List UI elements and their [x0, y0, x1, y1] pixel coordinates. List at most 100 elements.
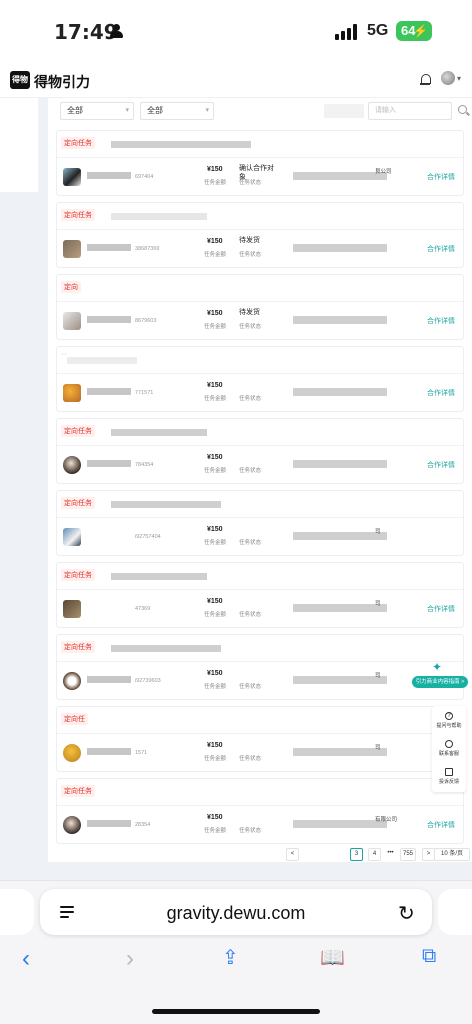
task-tag — [61, 353, 67, 355]
task-status-label: 任务状态 — [239, 180, 262, 186]
product-name-redacted — [87, 388, 131, 395]
share-icon[interactable]: ⇪ — [222, 945, 239, 970]
page-ellipsis[interactable]: ••• — [384, 848, 397, 861]
task-amount: ¥150 — [207, 310, 223, 317]
company-suffix: 司 — [375, 673, 381, 679]
search-input[interactable]: 请输入 — [368, 102, 452, 120]
task-tag: 定向任务 — [61, 569, 95, 581]
browser-nav: ‹ › ⇪ 📖 ⧉ — [0, 945, 472, 985]
product-thumbnail[interactable] — [63, 816, 81, 834]
task-status-label: 任务状态 — [239, 252, 262, 258]
task-tag: 定向任务 — [61, 425, 95, 437]
product-thumbnail[interactable] — [63, 528, 81, 546]
address-bar[interactable]: gravity.dewu.com ↻ — [40, 889, 432, 935]
page-size-select[interactable]: 10 条/页 — [434, 848, 470, 861]
task-status-label: 任务状态 — [239, 756, 262, 762]
cooperation-details-link[interactable]: 合作详情 — [427, 604, 455, 614]
search-icon[interactable] — [458, 105, 467, 114]
guide-icon: ✦ — [431, 660, 443, 674]
cooperation-details-link[interactable]: 合作详情 — [427, 172, 455, 182]
product-thumbnail[interactable] — [63, 312, 81, 330]
merchant-redacted — [293, 316, 387, 324]
back-icon[interactable]: ‹ — [22, 945, 30, 973]
merchant-redacted — [293, 676, 387, 684]
task-amount: ¥150 — [207, 382, 223, 389]
company-suffix: 有限公司 — [375, 817, 398, 823]
feedback-tool[interactable]: 投诉反馈 — [432, 764, 466, 792]
chevron-down-icon[interactable]: ▾ — [457, 74, 461, 83]
cooperation-details-link[interactable]: 合作详情 — [427, 316, 455, 326]
task-title-redacted — [111, 501, 221, 508]
customer-service-tool[interactable]: 联系客服 — [432, 736, 466, 764]
task-tag: 定向任 — [61, 713, 88, 725]
product-thumbnail[interactable] — [63, 672, 81, 690]
company-suffix: 司 — [375, 745, 381, 751]
cellular-signal-icon — [335, 24, 359, 40]
product-code: 8679603 — [135, 318, 157, 324]
product-code: 47369 — [135, 606, 151, 612]
logo-text[interactable]: 得物引力 — [34, 72, 90, 92]
product-thumbnail[interactable] — [63, 744, 81, 762]
filter-select-2[interactable]: 全部 ▾ — [140, 102, 214, 120]
home-indicator — [152, 1009, 320, 1014]
task-amount: ¥150 — [207, 454, 223, 461]
task-amount-label: 任务金额 — [204, 396, 227, 402]
next-tab-bubble[interactable] — [438, 889, 472, 935]
merchant-redacted — [293, 748, 387, 756]
page-3-button[interactable]: 3 — [350, 848, 363, 861]
status-bar: 17:49 5G 64 ⚡ — [0, 0, 472, 62]
task-amount-label: 任务金额 — [204, 756, 227, 762]
feedback-label: 投诉反馈 — [438, 779, 459, 785]
task-card: 定向任务 i92739603 ¥150 任务金额 任务状态 司 — [56, 634, 464, 700]
avatar[interactable] — [441, 71, 455, 85]
company-suffix: 司 — [375, 601, 381, 607]
filter-select-1[interactable]: 全部 ▾ — [60, 102, 134, 120]
person-icon — [110, 24, 123, 38]
product-code: 771571 — [135, 390, 154, 396]
product-thumbnail[interactable] — [63, 600, 81, 618]
help-label: 提问与帮助 — [436, 723, 462, 729]
merchant-redacted — [293, 388, 387, 396]
cooperation-details-link[interactable]: 合作详情 — [427, 244, 455, 254]
task-title-redacted — [111, 213, 207, 220]
site-header: 得物 得物引力 ▾ — [0, 62, 472, 98]
task-card: 定向任务 784354 ¥150 任务金额 任务状态 合作详情 — [56, 418, 464, 484]
bookmarks-icon[interactable]: 📖 — [320, 945, 345, 970]
task-status: 待发货 — [239, 237, 260, 244]
task-amount: ¥150 — [207, 526, 223, 533]
task-amount: ¥150 — [207, 166, 223, 173]
url-text[interactable]: gravity.dewu.com — [40, 903, 432, 924]
product-thumbnail[interactable] — [63, 456, 81, 474]
forward-icon[interactable]: › — [126, 945, 134, 973]
help-tool[interactable]: ? 提问与帮助 — [432, 708, 466, 736]
task-status-label: 任务状态 — [239, 684, 262, 690]
last-page-button[interactable]: 755 — [400, 848, 417, 861]
previous-tab-bubble[interactable] — [0, 889, 34, 935]
task-tag: 定向任务 — [61, 209, 95, 221]
content-guide-button[interactable]: 引力商业内容指南 > — [412, 676, 468, 688]
cooperation-details-link[interactable]: 合作详情 — [427, 388, 455, 398]
prev-page-button[interactable]: < — [286, 848, 299, 861]
task-status-label: 任务状态 — [239, 612, 262, 618]
task-amount-label: 任务金额 — [204, 252, 227, 258]
filter-redacted[interactable] — [324, 104, 364, 118]
task-tag: 定向 — [61, 281, 81, 293]
product-thumbnail[interactable] — [63, 168, 81, 186]
task-amount: ¥150 — [207, 670, 223, 677]
product-code: 38687369 — [135, 246, 160, 252]
bell-icon[interactable] — [420, 74, 431, 86]
cooperation-details-link[interactable]: 合作详情 — [427, 820, 455, 830]
product-code: 697404 — [135, 174, 154, 180]
content-guide-widget[interactable]: ✦ 引力商业内容指南 > — [408, 660, 468, 688]
logo-mark[interactable]: 得物 — [10, 71, 30, 89]
product-thumbnail[interactable] — [63, 240, 81, 258]
product-name-redacted — [87, 676, 131, 683]
cooperation-details-link[interactable]: 合作详情 — [427, 460, 455, 470]
product-code: 784354 — [135, 462, 154, 468]
tabs-icon[interactable]: ⧉ — [422, 945, 436, 968]
reload-icon[interactable]: ↻ — [398, 901, 415, 926]
product-thumbnail[interactable] — [63, 384, 81, 402]
question-icon: ? — [445, 712, 453, 720]
page-4-button[interactable]: 4 — [368, 848, 381, 861]
task-amount: ¥150 — [207, 238, 223, 245]
